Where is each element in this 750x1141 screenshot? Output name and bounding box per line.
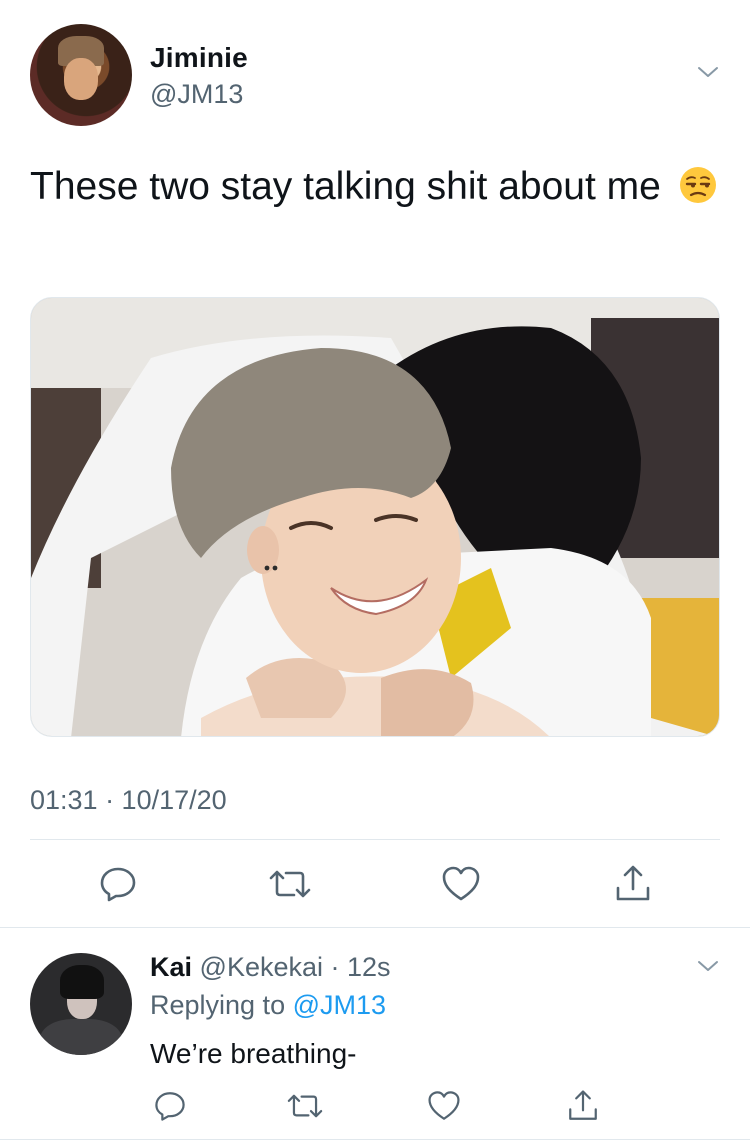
chevron-down-icon[interactable] (697, 61, 719, 83)
like-button[interactable] (439, 862, 483, 906)
reply-like-button[interactable] (424, 1086, 464, 1126)
heart-icon (428, 1091, 460, 1120)
share-button[interactable] (611, 862, 655, 906)
retweet-icon (269, 870, 311, 898)
reply-reply-button[interactable] (150, 1086, 190, 1126)
author-avatar[interactable] (30, 24, 132, 126)
reply-retweet-button[interactable] (285, 1086, 325, 1126)
reply-author-avatar[interactable] (30, 953, 132, 1055)
reply-share-button[interactable] (563, 1086, 603, 1126)
retweet-icon (287, 1094, 323, 1118)
reply-icon (155, 1092, 185, 1121)
tweet-text: These two stay talking shit about me (30, 158, 720, 216)
replying-prefix: Replying to (150, 990, 286, 1020)
replying-to: Replying to @JM13 (150, 990, 386, 1021)
divider (30, 839, 720, 840)
author-handle[interactable]: @JM13 (150, 79, 243, 110)
photo-illustration (31, 298, 719, 736)
main-tweet: Jiminie @JM13 These two stay talking shi… (0, 0, 750, 928)
reply-icon (100, 867, 136, 902)
reply-time-ago: · 12s (330, 952, 391, 982)
tweet-photo[interactable] (30, 297, 720, 737)
reply-author-name[interactable]: Kai (150, 952, 192, 982)
divider (0, 1139, 750, 1140)
avatar-hair (60, 965, 104, 999)
chevron-down-icon[interactable] (697, 955, 719, 977)
reply-tweet[interactable]: Kai @Kekekai · 12s Replying to @JM13 We’… (0, 928, 750, 1141)
reply-author-handle[interactable]: @Kekekai (200, 952, 323, 982)
heart-icon (442, 866, 480, 901)
reply-button[interactable] (96, 862, 140, 906)
replying-to-mention[interactable]: @JM13 (293, 990, 386, 1020)
tweet-text-body: These two stay talking shit about me (30, 165, 661, 208)
reply-text: We’re breathing- (150, 1038, 357, 1069)
share-icon (616, 865, 650, 901)
avatar-body (40, 1019, 122, 1055)
author-name[interactable]: Jiminie (150, 42, 248, 74)
retweet-button[interactable] (268, 862, 312, 906)
unamused-face-emoji (679, 167, 716, 203)
avatar-face (64, 58, 98, 100)
reply-header: Kai @Kekekai · 12s (150, 952, 391, 983)
tweet-timestamp[interactable]: 01:31 · 10/17/20 (30, 785, 227, 816)
share-icon (569, 1090, 597, 1120)
